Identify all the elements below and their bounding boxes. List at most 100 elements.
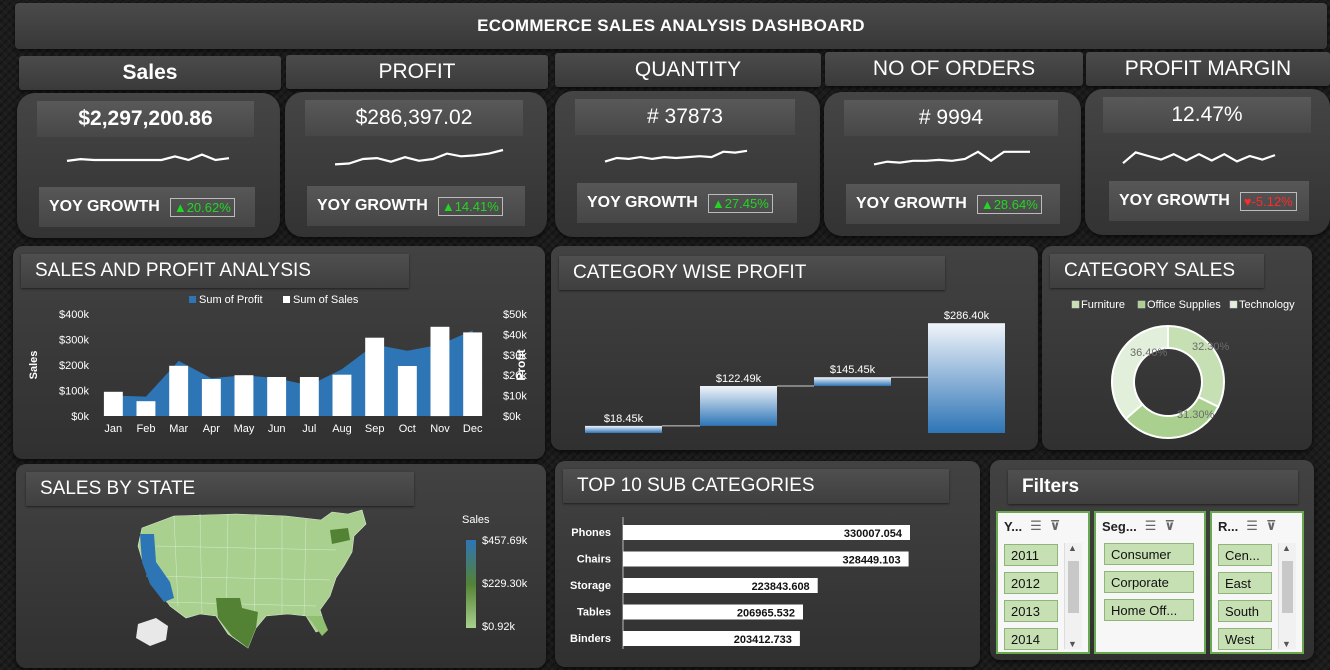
legend-swatch-sales: [283, 296, 290, 303]
map-legend-gradient: [466, 540, 476, 628]
kpi-profit-value: $286,397.02: [305, 100, 523, 136]
multi-select-icon[interactable]: ☰: [1246, 518, 1258, 534]
slicer-item-2012[interactable]: 2012: [1004, 572, 1058, 594]
slicer-item-west[interactable]: West: [1218, 628, 1272, 650]
kpi-margin-yoy-badge: ♥-5.12%: [1239, 191, 1297, 211]
slicer-item-consumer[interactable]: Consumer: [1104, 543, 1194, 565]
y2-tick-label: $0k: [503, 411, 521, 423]
kpi-profit-yoy: YOY GROWTH ▲14.41%: [307, 186, 525, 226]
kpi-margin-value: 12.47%: [1103, 97, 1311, 133]
slicer-item-central[interactable]: Cen...: [1218, 544, 1272, 566]
x-tick-label: Sep: [365, 423, 385, 435]
slicer-item-corporate[interactable]: Corporate: [1104, 571, 1194, 593]
y2-axis-label: Profit: [514, 349, 528, 380]
segment-slicer[interactable]: Seg... ☰ ⊽ Consumer Corporate Home Off..…: [1094, 511, 1206, 654]
sales-bar: [267, 377, 287, 416]
clear-filter-icon[interactable]: ⊽: [1164, 518, 1175, 534]
x-tick-label: Mar: [169, 423, 188, 435]
waterfall-bar: [700, 386, 777, 426]
kpi-orders-value: # 9994: [844, 100, 1058, 136]
top10-category-label: Binders: [570, 633, 611, 645]
kpi-orders-yoy: YOY GROWTH ▲28.64%: [846, 184, 1060, 224]
slicer-item-2011[interactable]: 2011: [1004, 544, 1058, 566]
donut-data-label: 36.40%: [1130, 347, 1168, 359]
kpi-margin-card: 12.47% YOY GROWTH ♥-5.12%: [1085, 89, 1330, 235]
map-legend-min: $0.92k: [482, 621, 516, 633]
region-slicer-title: R...: [1218, 518, 1239, 534]
kpi-profit-card: $286,397.02 YOY GROWTH ▲14.41%: [285, 92, 547, 237]
waterfall-data-label: $18.45k: [604, 413, 644, 425]
region-slicer-scrollbar[interactable]: ▲ ▼: [1278, 543, 1296, 649]
waterfall-data-label: $145.45k: [830, 364, 876, 376]
slicer-item-south[interactable]: South: [1218, 600, 1272, 622]
year-slicer-header: Y... ☰ ⊽: [998, 513, 1088, 539]
scroll-thumb[interactable]: [1282, 561, 1293, 613]
sales-profit-chart: Jan Feb Mar Apr May Jun Jul Aug Sep Oct Nov Dec $0k $…: [28, 294, 528, 435]
kpi-quantity-yoy-badge: ▲27.45%: [707, 193, 773, 213]
kpi-margin-label: PROFIT MARGIN: [1124, 57, 1292, 80]
y2-tick-label: $40k: [503, 329, 527, 341]
dashboard-title: ECOMMERCE SALES ANALYSIS DASHBOARD: [15, 3, 1327, 49]
legend-label: Technology: [1239, 299, 1295, 311]
scroll-down-icon[interactable]: ▼: [1282, 639, 1291, 649]
kpi-quantity-card: # 37873 YOY GROWTH ▲27.45%: [555, 91, 820, 237]
slicer-item-2014[interactable]: 2014: [1004, 628, 1058, 650]
year-slicer[interactable]: Y... ☰ ⊽ 2011 2012 2013 2014 ▲ ▼: [996, 511, 1090, 654]
sales-bar: [201, 379, 221, 416]
legend-label: Furniture: [1081, 299, 1125, 311]
x-tick-label: Dec: [463, 423, 483, 435]
sales-bar: [430, 326, 450, 417]
sales-bar: [365, 337, 385, 416]
sales-bar: [234, 375, 254, 416]
multi-select-icon[interactable]: ☰: [1145, 518, 1157, 534]
top10-category-label: Phones: [571, 527, 611, 539]
kpi-margin-header: PROFIT MARGIN: [1086, 52, 1330, 86]
x-tick-label: Jan: [104, 423, 122, 435]
scroll-up-icon[interactable]: ▲: [1282, 543, 1291, 553]
profit-area: [113, 330, 473, 416]
x-tick-label: Oct: [399, 423, 416, 435]
category-profit-chart: $18.45k $122.49k $145.45k $286.40k: [585, 310, 1005, 433]
sparkline-path: [604, 149, 748, 163]
y-tick-label: $300k: [59, 335, 89, 347]
kpi-sales-yoy-badge: ▲20.62%: [169, 197, 235, 217]
x-tick-label: Apr: [203, 423, 220, 435]
kpi-orders-yoy-label: YOY GROWTH: [856, 195, 967, 212]
multi-select-icon[interactable]: ☰: [1030, 518, 1042, 534]
scroll-up-icon[interactable]: ▲: [1068, 543, 1077, 553]
kpi-orders-header: NO OF ORDERS: [825, 52, 1083, 86]
kpi-sales-sparkline: [66, 153, 230, 162]
sales-bar: [103, 391, 123, 416]
donut-data-label: 31.30%: [1177, 409, 1215, 421]
top10-value-label: 206965.532: [737, 608, 795, 620]
segment-slicer-header: Seg... ☰ ⊽: [1096, 513, 1204, 539]
map-legend-max: $457.69k: [482, 535, 528, 547]
slicer-item-2013[interactable]: 2013: [1004, 600, 1058, 622]
waterfall-data-label: $286.40k: [944, 310, 990, 322]
legend-swatch-profit: [189, 296, 196, 303]
scroll-thumb[interactable]: [1068, 561, 1079, 613]
map-state-florida: [306, 616, 328, 636]
slicer-item-home-office[interactable]: Home Off...: [1104, 599, 1194, 621]
waterfall-bar: [814, 377, 891, 386]
map-legend-title: Sales: [462, 514, 490, 526]
sales-bar: [463, 332, 483, 416]
clear-filter-icon[interactable]: ⊽: [1266, 518, 1277, 534]
donut-data-label: 32.30%: [1192, 341, 1230, 353]
category-sales-title: CATEGORY SALES: [1050, 254, 1264, 288]
top10-category-label: Chairs: [577, 554, 611, 566]
top10-value-label: 203412.733: [734, 634, 792, 646]
sparkline-path: [1122, 151, 1276, 165]
legend-label: Office Supplies: [1147, 299, 1221, 311]
slicer-item-east[interactable]: East: [1218, 572, 1272, 594]
legend-swatch: [1137, 300, 1146, 309]
y-tick-label: $100k: [59, 386, 89, 398]
year-slicer-title: Y...: [1004, 518, 1023, 534]
year-slicer-scrollbar[interactable]: ▲ ▼: [1064, 543, 1082, 649]
clear-filter-icon[interactable]: ⊽: [1050, 518, 1061, 534]
legend-swatch: [1071, 300, 1080, 309]
scroll-down-icon[interactable]: ▼: [1068, 639, 1077, 649]
region-slicer[interactable]: R... ☰ ⊽ Cen... East South West ▲ ▼: [1210, 511, 1304, 654]
kpi-quantity-yoy: YOY GROWTH ▲27.45%: [577, 183, 797, 223]
y-tick-label: $0k: [71, 411, 89, 423]
